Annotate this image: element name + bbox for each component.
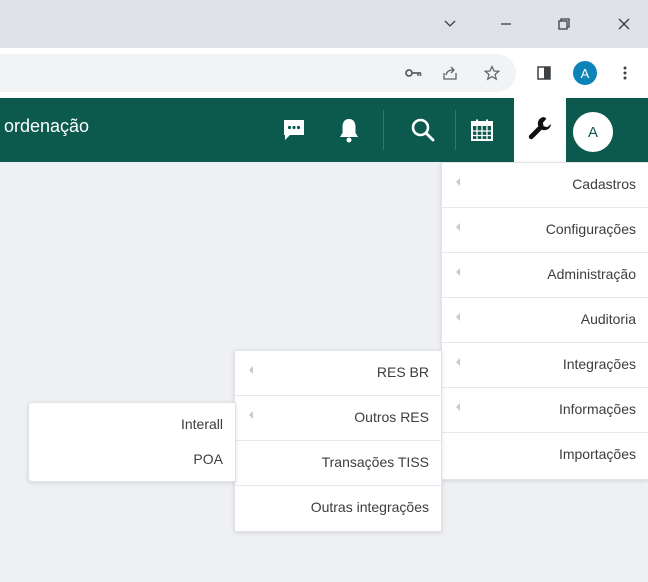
submenu-caret-icon	[249, 411, 253, 419]
user-avatar[interactable]: A	[573, 112, 613, 152]
menu-item-label: Importações	[558, 446, 636, 462]
menu-item-label: Cadastros	[572, 176, 636, 192]
outros-res-submenu: Interall POA	[28, 402, 236, 482]
menu-item-configuracoes[interactable]: Configurações	[442, 208, 648, 253]
app-header: ordenação A	[0, 98, 648, 162]
menu-item-outras-integracoes[interactable]: Outras integrações	[235, 486, 441, 531]
submenu-caret-icon	[456, 178, 460, 186]
bell-icon[interactable]	[331, 112, 367, 148]
menu-item-label: Auditoria	[580, 311, 636, 327]
menu-item-importacoes[interactable]: Importações	[442, 433, 648, 478]
profile-avatar[interactable]: A	[572, 60, 598, 86]
share-icon[interactable]	[437, 60, 463, 86]
calendar-icon[interactable]	[464, 112, 500, 148]
header-divider	[455, 110, 456, 150]
submenu-caret-icon	[456, 223, 460, 231]
submenu-caret-icon	[456, 313, 460, 321]
search-icon[interactable]	[405, 112, 441, 148]
integracoes-submenu: RES BR Outros RES Transações TISS Outras…	[234, 350, 442, 532]
wrench-icon	[527, 115, 553, 145]
menu-item-poa[interactable]: POA	[193, 451, 223, 467]
profile-initial: A	[573, 61, 597, 85]
close-icon[interactable]	[610, 10, 638, 38]
submenu-caret-icon	[456, 358, 460, 366]
menu-item-label: Informações	[558, 401, 636, 417]
menu-dots-icon[interactable]	[612, 60, 638, 86]
menu-item-auditoria[interactable]: Auditoria	[442, 298, 648, 343]
header-divider	[383, 110, 384, 150]
star-icon[interactable]	[479, 60, 505, 86]
browser-titlebar	[0, 0, 648, 48]
menu-item-cadastros[interactable]: Cadastros	[442, 163, 648, 208]
menu-item-label: Outros RES	[354, 409, 429, 425]
menu-item-administracao[interactable]: Administração	[442, 253, 648, 298]
menu-item-informacoes[interactable]: Informações	[442, 388, 648, 433]
submenu-caret-icon	[456, 403, 460, 411]
menu-item-label: Integrações	[562, 356, 636, 372]
chat-icon[interactable]	[276, 112, 312, 148]
admin-menu: Cadastros Configurações Administração Au…	[441, 162, 648, 480]
menu-item-label: Administração	[547, 266, 636, 282]
chevron-down-icon[interactable]	[436, 10, 464, 38]
admin-tools-tab[interactable]	[514, 98, 566, 162]
menu-item-interall[interactable]: Interall	[181, 416, 223, 432]
menu-item-label: Configurações	[545, 221, 636, 237]
minimize-icon[interactable]	[492, 10, 520, 38]
menu-item-label: Transações TISS	[321, 454, 429, 470]
key-icon[interactable]	[401, 60, 427, 86]
submenu-caret-icon	[249, 366, 253, 374]
menu-item-transacoes-tiss[interactable]: Transações TISS	[235, 441, 441, 486]
menu-item-outros-res[interactable]: Outros RES	[235, 396, 441, 441]
menu-item-label: RES BR	[376, 364, 429, 380]
submenu-caret-icon	[456, 268, 460, 276]
restore-icon[interactable]	[550, 10, 578, 38]
menu-item-integracoes[interactable]: Integrações	[442, 343, 648, 388]
menu-item-label: Outras integrações	[310, 499, 429, 515]
browser-toolbar: A	[0, 48, 648, 98]
page-title: ordenação	[4, 116, 90, 136]
sidepanel-icon[interactable]	[531, 60, 557, 86]
menu-item-res-br[interactable]: RES BR	[235, 351, 441, 396]
